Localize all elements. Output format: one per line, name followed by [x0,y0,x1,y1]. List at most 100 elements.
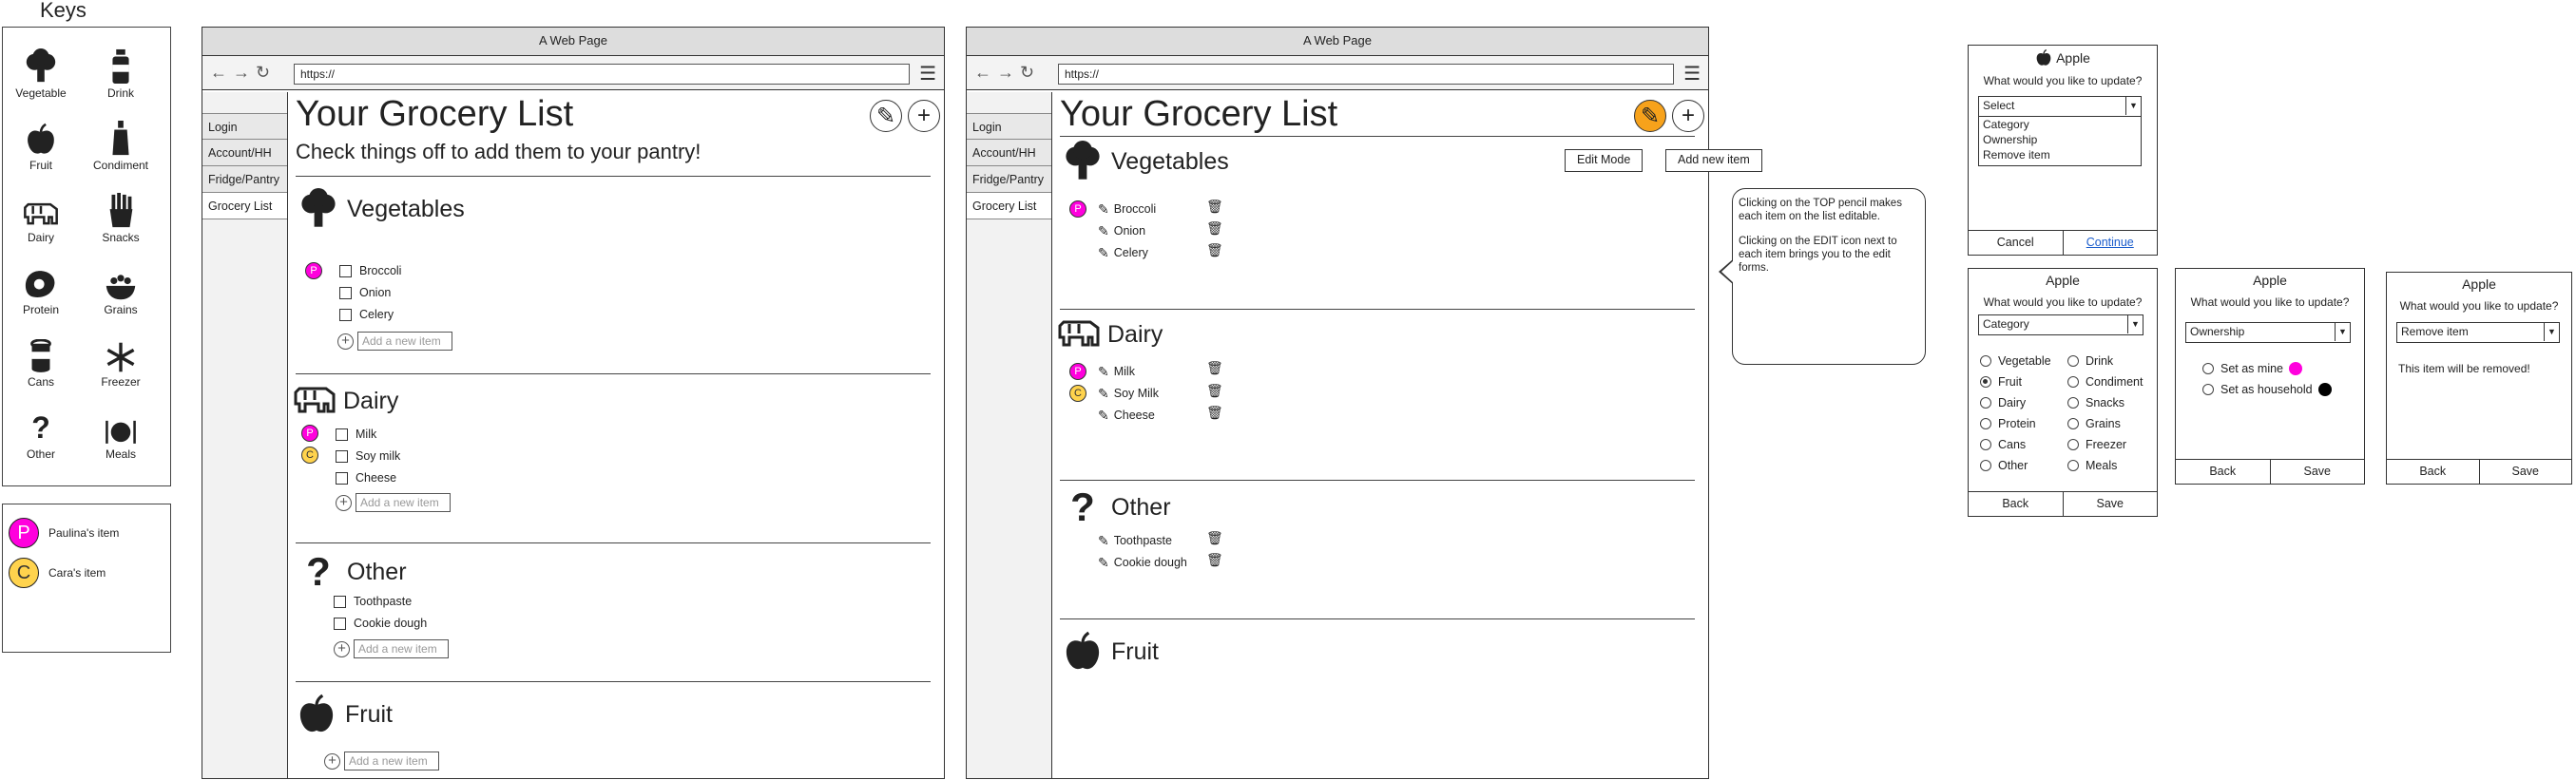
radio-dairy[interactable]: Dairy [1980,396,2026,409]
trash-icon[interactable]: 🗑 [1206,199,1223,215]
update-type-select[interactable]: Remove item ▼ [2396,322,2560,343]
list-item: Celery [339,305,394,324]
item-checkbox[interactable] [334,617,346,630]
nav-buttons-icon[interactable]: ←→↻ [210,63,276,83]
cans-icon [3,337,79,373]
trash-icon[interactable]: 🗑 [1206,383,1223,399]
list-item: Onion [339,283,391,302]
sidebar-item-grocery-list[interactable]: Grocery List [967,193,1051,219]
item-checkbox[interactable] [339,286,352,299]
trash-icon[interactable]: 🗑 [1206,530,1223,546]
trash-icon[interactable]: 🗑 [1206,360,1223,376]
sidebar-item-login[interactable]: Login [202,113,287,140]
radio-other[interactable]: Other [1980,459,2028,472]
hamburger-menu-icon[interactable]: ☰ [919,62,936,86]
item-edit-pencil-icon[interactable]: ✎ [1098,555,1109,571]
item-edit-pencil-icon[interactable]: ✎ [1098,245,1109,261]
chevron-down-icon[interactable]: ▼ [2335,323,2350,341]
trash-icon[interactable]: 🗑 [1206,242,1223,258]
radio-meals[interactable]: Meals [2067,459,2117,472]
add-item-icon[interactable]: + [336,494,352,511]
item-edit-pencil-icon[interactable]: ✎ [1098,201,1109,218]
category-title: Other [1111,493,1171,521]
add-item-input[interactable]: Add a new item [356,493,451,512]
cancel-button[interactable]: Cancel [1969,231,2063,255]
chevron-down-icon[interactable]: ▼ [2127,315,2143,333]
url-bar[interactable]: https:// [1058,64,1674,85]
chevron-down-icon[interactable]: ▼ [2544,323,2559,341]
save-button[interactable]: Save [2062,492,2158,516]
divider [296,542,931,543]
item-checkbox[interactable] [336,449,348,463]
radio-freezer[interactable]: Freezer [2067,438,2126,451]
update-type-select[interactable]: Category ▼ [1978,314,2143,335]
item-checkbox[interactable] [336,471,348,485]
add-item-input[interactable]: Add a new item [344,751,439,770]
list-item: Cookie dough [334,614,427,633]
radio-snacks[interactable]: Snacks [2067,396,2124,409]
key-grains: Grains [83,265,159,316]
select-option[interactable]: Category [1983,117,2141,132]
add-button[interactable]: + [908,100,940,132]
item-checkbox[interactable] [339,308,352,321]
page-title: Your Grocery List [296,94,574,134]
item-checkbox[interactable] [339,264,352,277]
sidebar-item-fridge-pantry[interactable]: Fridge/Pantry [202,166,287,193]
sidebar-item-account[interactable]: Account/HH [967,140,1051,166]
item-checkbox[interactable] [336,428,348,441]
list-item: Milk [336,425,376,444]
category-vegetables: Vegetables [1060,140,1229,183]
save-button[interactable]: Save [2478,460,2572,484]
add-item-icon[interactable]: + [334,640,350,657]
item-checkbox[interactable] [334,595,346,608]
item-edit-pencil-icon[interactable]: ✎ [1098,364,1109,380]
radio-cans[interactable]: Cans [1980,438,2026,451]
dialog-title-text: Apple [2056,50,2090,66]
hamburger-menu-icon[interactable]: ☰ [1683,62,1701,86]
nav-buttons-icon[interactable]: ←→↻ [974,63,1040,83]
add-item-input[interactable]: Add a new item [357,332,452,351]
select-option[interactable]: Remove item [1983,147,2141,162]
radio-condiment[interactable]: Condiment [2067,375,2143,389]
trash-icon[interactable]: 🗑 [1206,552,1223,568]
update-type-select[interactable]: Ownership ▼ [2185,322,2351,343]
add-item-icon[interactable]: + [324,752,340,770]
url-bar[interactable]: https:// [294,64,910,85]
edit-pencil-button[interactable]: ✎ [870,100,902,132]
add-item-row: + Add a new item [336,493,451,512]
sidebar-item-grocery-list[interactable]: Grocery List [202,193,287,219]
sidebar-item-fridge-pantry[interactable]: Fridge/Pantry [967,166,1051,193]
edit-pencil-button[interactable]: ✎ [1634,100,1666,132]
grains-icon [83,265,159,301]
add-new-item-tooltip: Add new item [1665,149,1762,172]
trash-icon[interactable]: 🗑 [1206,405,1223,421]
dairy-icon [3,193,79,229]
continue-button[interactable]: Continue [2062,231,2158,255]
add-button[interactable]: + [1672,100,1704,132]
radio-protein[interactable]: Protein [1980,417,2036,430]
radio-grains[interactable]: Grains [2067,417,2121,430]
radio-set-mine[interactable]: Set as mine [2202,362,2303,375]
item-edit-pencil-icon[interactable]: ✎ [1098,223,1109,239]
trash-icon[interactable]: 🗑 [1206,220,1223,237]
radio-fruit[interactable]: Fruit [1980,375,2022,389]
add-item-icon[interactable]: + [337,333,354,350]
back-button[interactable]: Back [2176,460,2270,484]
back-button[interactable]: Back [1969,492,2063,516]
back-button[interactable]: Back [2387,460,2479,484]
item-edit-pencil-icon[interactable]: ✎ [1098,386,1109,402]
select-option[interactable]: Ownership [1983,132,2141,147]
category-title: Fruit [345,700,393,728]
sidebar-item-login[interactable]: Login [967,113,1051,140]
chevron-down-icon[interactable]: ▼ [2125,97,2141,115]
radio-set-household[interactable]: Set as household [2202,383,2332,396]
cara-badge: C [9,558,39,588]
update-type-select[interactable]: Select ▼ [1978,96,2142,117]
radio-vegetable[interactable]: Vegetable [1980,354,2051,368]
radio-drink[interactable]: Drink [2067,354,2113,368]
save-button[interactable]: Save [2269,460,2365,484]
add-item-input[interactable]: Add a new item [354,639,449,658]
item-edit-pencil-icon[interactable]: ✎ [1098,533,1109,549]
sidebar-item-account[interactable]: Account/HH [202,140,287,166]
item-edit-pencil-icon[interactable]: ✎ [1098,408,1109,424]
